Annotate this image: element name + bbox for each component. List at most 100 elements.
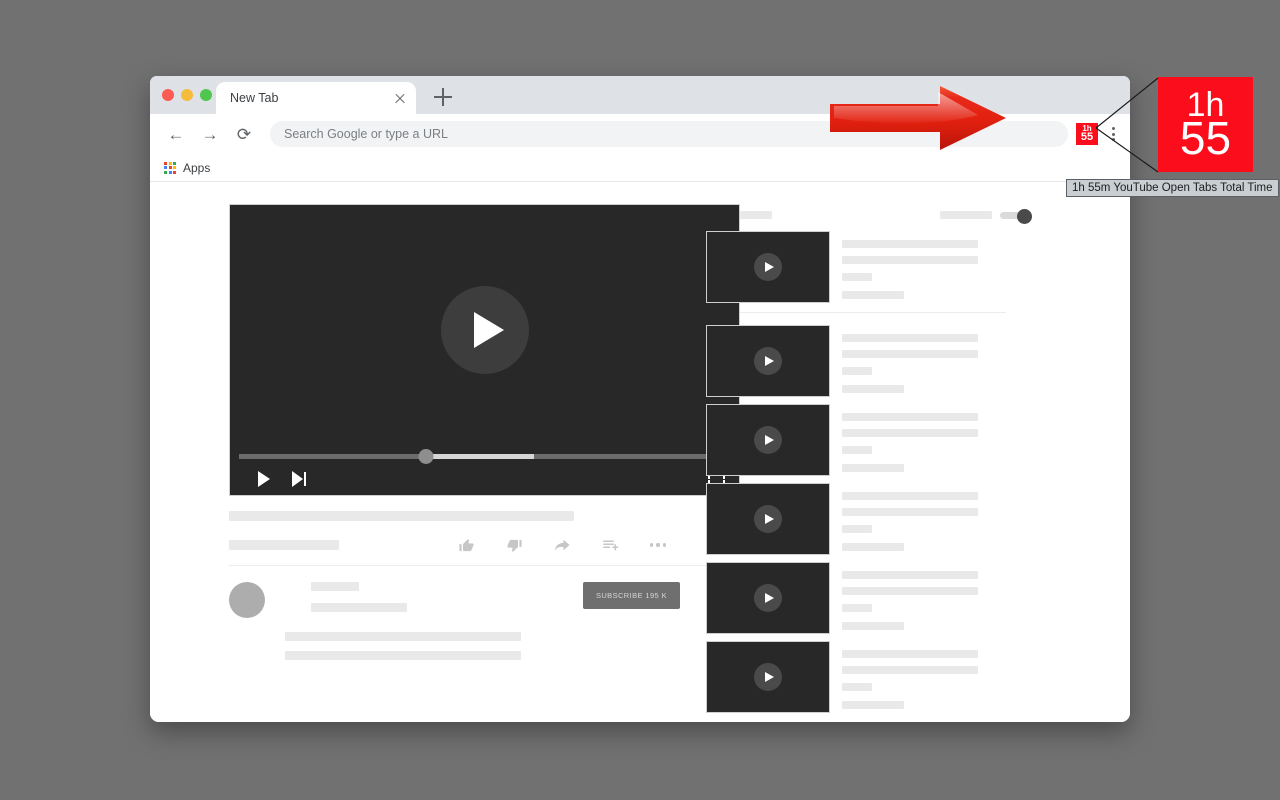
reload-icon[interactable]: ⟳ — [230, 120, 258, 148]
play-circle-icon — [754, 584, 782, 612]
share-arrow-icon[interactable] — [552, 535, 572, 555]
apps-grid-icon — [164, 161, 176, 174]
autoplay-label-placeholder — [940, 211, 992, 219]
magnified-badge-minutes: 55 — [1179, 111, 1232, 164]
list-item-meta — [842, 404, 1112, 476]
channel-name-placeholder — [311, 582, 359, 591]
tab-title: New Tab — [230, 91, 279, 105]
title-placeholder — [842, 508, 978, 516]
video-thumbnail[interactable] — [706, 231, 830, 303]
apps-label: Apps — [183, 160, 211, 175]
list-item[interactable] — [706, 562, 1112, 634]
youtube-time-extension-badge[interactable]: 1h 55 — [1076, 123, 1098, 145]
meta-divider — [229, 565, 740, 566]
close-icon[interactable] — [392, 90, 408, 106]
red-arrow-right-icon — [830, 86, 1006, 150]
video-title-placeholder — [229, 511, 574, 521]
bookmarks-bar: Apps — [150, 154, 1130, 182]
play-circle-icon — [754, 347, 782, 375]
video-meta-row — [229, 535, 680, 555]
omnibox-placeholder: Search Google or type a URL — [284, 127, 448, 141]
list-item-meta — [842, 325, 1112, 397]
video-thumbnail[interactable] — [706, 641, 830, 713]
title-placeholder — [842, 587, 978, 595]
sidebar-divider — [706, 312, 1006, 313]
play-circle-icon — [754, 426, 782, 454]
play-circle-icon — [754, 505, 782, 533]
video-thumbnail[interactable] — [706, 325, 830, 397]
channel-placeholder — [842, 604, 872, 612]
title-placeholder — [842, 240, 978, 248]
views-placeholder — [842, 701, 904, 709]
views-placeholder — [842, 622, 904, 630]
title-placeholder — [842, 666, 978, 674]
list-item[interactable] — [706, 231, 1112, 303]
list-item-meta — [842, 562, 1112, 634]
page-content: SUBSCRIBE 195 K — [150, 182, 1130, 722]
video-thumbnail[interactable] — [706, 562, 830, 634]
primary-column: SUBSCRIBE 195 K — [150, 204, 740, 722]
window-traffic-lights — [162, 89, 212, 101]
add-to-playlist-icon[interactable] — [600, 535, 620, 555]
thumbs-up-icon[interactable] — [456, 535, 476, 555]
views-placeholder — [842, 385, 904, 393]
channel-placeholder — [842, 446, 872, 454]
browser-window: New Tab ← → ⟳ Search Google or type a UR… — [150, 76, 1130, 722]
browser-tab[interactable]: New Tab — [216, 82, 416, 114]
video-thumbnail[interactable] — [706, 404, 830, 476]
channel-placeholder — [842, 525, 872, 533]
three-dots-vertical-icon[interactable] — [1104, 123, 1122, 145]
video-thumbnail[interactable] — [706, 483, 830, 555]
title-placeholder — [842, 256, 978, 264]
play-icon[interactable] — [258, 471, 270, 487]
sidebar-header — [706, 204, 1112, 226]
thumbs-down-icon[interactable] — [504, 535, 524, 555]
title-placeholder — [842, 650, 978, 658]
list-item[interactable] — [706, 404, 1112, 476]
description-line — [285, 632, 521, 641]
channel-placeholder — [842, 367, 872, 375]
views-placeholder — [842, 543, 904, 551]
autoplay-toggle[interactable] — [1000, 208, 1032, 224]
video-description-placeholder — [285, 632, 680, 660]
list-item-meta — [842, 483, 1112, 555]
secondary-column — [680, 204, 1130, 722]
player-controls — [230, 463, 739, 495]
avatar[interactable] — [229, 582, 265, 618]
progress-buffer — [425, 454, 535, 459]
view-count-placeholder — [229, 540, 339, 550]
next-track-icon[interactable] — [292, 471, 308, 487]
video-action-bar — [456, 535, 680, 555]
minimize-window-button[interactable] — [181, 89, 193, 101]
badge-minutes: 55 — [1080, 130, 1094, 143]
views-placeholder — [842, 464, 904, 472]
description-line — [285, 651, 521, 660]
arrow-right-icon[interactable]: → — [196, 120, 224, 148]
play-circle-icon[interactable] — [440, 285, 529, 374]
list-item[interactable] — [706, 325, 1112, 397]
title-placeholder — [842, 413, 978, 421]
arrow-left-icon[interactable]: ← — [162, 120, 190, 148]
extension-tooltip: 1h 55m YouTube Open Tabs Total Time — [1066, 179, 1279, 197]
three-dots-horizontal-icon[interactable] — [648, 535, 668, 555]
title-placeholder — [842, 350, 978, 358]
maximize-window-button[interactable] — [200, 89, 212, 101]
magnified-extension-badge: 1h 55 — [1158, 77, 1253, 172]
title-placeholder — [842, 334, 978, 342]
list-item-meta — [842, 231, 1112, 303]
list-item[interactable] — [706, 483, 1112, 555]
subscribe-button[interactable]: SUBSCRIBE 195 K — [582, 582, 680, 609]
progress-bar[interactable] — [239, 449, 731, 464]
list-item[interactable] — [706, 641, 1112, 713]
plus-icon[interactable] — [434, 88, 452, 106]
close-window-button[interactable] — [162, 89, 174, 101]
progress-knob[interactable] — [418, 449, 434, 464]
channel-subcount-placeholder — [311, 603, 407, 612]
autoplay-row — [940, 208, 1112, 224]
title-placeholder — [842, 429, 978, 437]
channel-row: SUBSCRIBE 195 K — [229, 582, 680, 618]
channel-placeholder — [842, 273, 872, 281]
play-circle-icon — [754, 663, 782, 691]
video-player[interactable] — [229, 204, 740, 496]
bookmark-apps[interactable]: Apps — [164, 161, 210, 175]
